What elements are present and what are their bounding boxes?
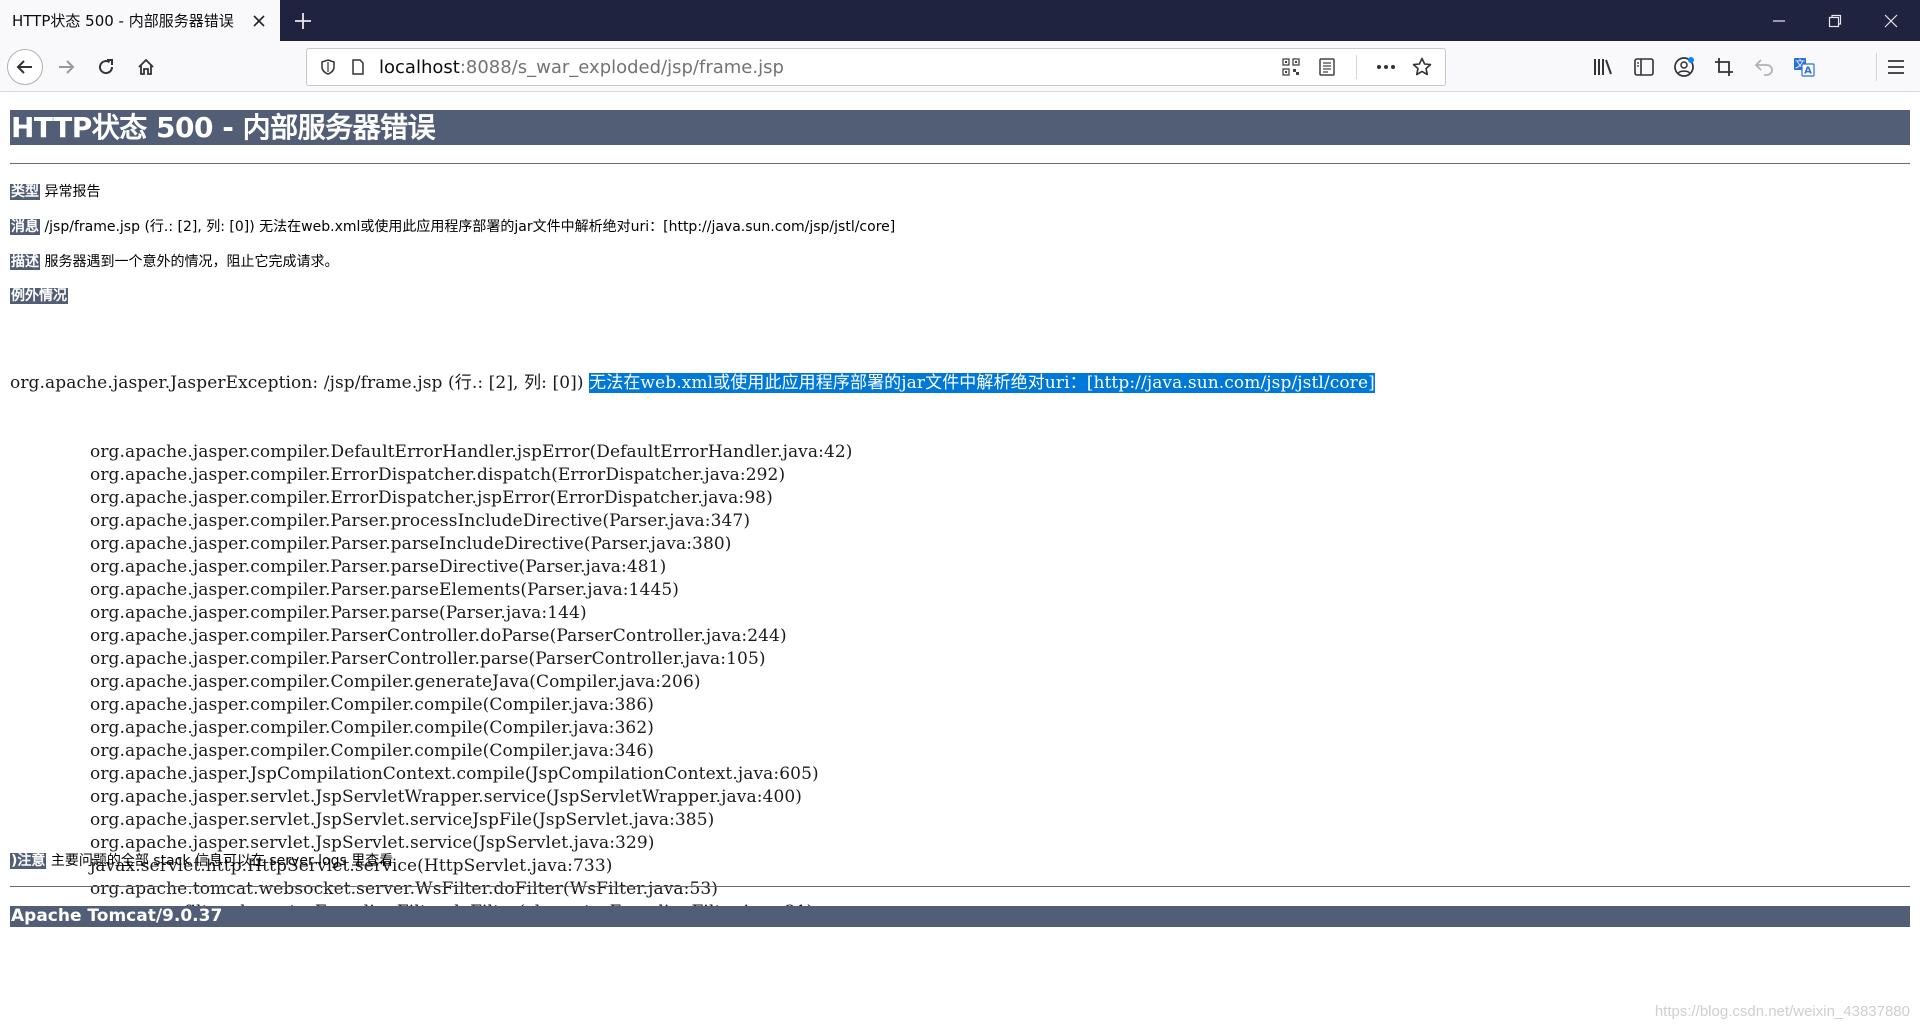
url-text[interactable]: localhost:8088/s_war_exploded/jsp/frame.… bbox=[379, 57, 1276, 78]
reader-view-icon[interactable] bbox=[1312, 52, 1342, 82]
divider bbox=[10, 886, 1910, 887]
qr-code-icon[interactable] bbox=[1276, 52, 1306, 82]
shield-icon[interactable] bbox=[313, 52, 343, 82]
exception-paragraph: 例外情况 bbox=[10, 287, 68, 305]
page-content: HTTP状态 500 - 内部服务器错误 类型 异常报告 消息 /jsp/fra… bbox=[0, 93, 1920, 1030]
stack-frame: org.apache.jasper.servlet.JspServletWrap… bbox=[90, 787, 803, 807]
note-label: )注意 bbox=[10, 853, 47, 869]
translate-icon[interactable]: 文A bbox=[1788, 51, 1820, 83]
note-paragraph: )注意 主要问题的全部 stack 信息可以在 server logs 里查看 bbox=[10, 852, 393, 870]
selected-text[interactable]: 无法在web.xml或使用此应用程序部署的jar文件中解析绝对uri：[http… bbox=[589, 373, 1375, 393]
type-value: 异常报告 bbox=[44, 184, 101, 200]
crop-icon[interactable] bbox=[1708, 51, 1740, 83]
stack-frame: org.apache.jasper.compiler.Compiler.comp… bbox=[90, 695, 654, 715]
new-tab-button[interactable] bbox=[288, 6, 318, 36]
message-value: /jsp/frame.jsp (行.: [2], 列: [0]) 无法在web.… bbox=[44, 219, 896, 235]
stack-frame: org.apache.tomcat.websocket.server.WsFil… bbox=[90, 879, 719, 899]
reload-icon bbox=[99, 59, 114, 75]
tab-strip: HTTP状态 500 - 内部服务器错误 bbox=[0, 0, 1920, 41]
tab-active[interactable]: HTTP状态 500 - 内部服务器错误 bbox=[0, 0, 280, 41]
exception-first-line: org.apache.jasper.JasperException: /jsp/… bbox=[10, 372, 1375, 395]
library-icon[interactable] bbox=[1588, 51, 1620, 83]
undo-icon[interactable] bbox=[1748, 51, 1780, 83]
stack-frame: org.apache.jasper.compiler.Parser.parseD… bbox=[90, 557, 667, 577]
tab-close-icon[interactable] bbox=[248, 10, 270, 32]
page-icon[interactable] bbox=[343, 52, 373, 82]
stack-frame: org.apache.jasper.compiler.Parser.parseI… bbox=[90, 534, 732, 554]
divider bbox=[10, 163, 1910, 164]
home-icon bbox=[138, 58, 154, 75]
description-paragraph: 描述 服务器遇到一个意外的情况，阻止它完成请求。 bbox=[10, 253, 338, 271]
stack-trace: org.apache.jasper.JasperException: /jsp/… bbox=[10, 326, 1375, 924]
stack-frame: org.apache.jasper.JspCompilationContext.… bbox=[90, 764, 819, 784]
description-label: 描述 bbox=[10, 254, 40, 270]
message-label: 消息 bbox=[10, 219, 40, 235]
url-host: localhost bbox=[379, 56, 460, 78]
home-button[interactable] bbox=[128, 49, 164, 85]
tab-title: HTTP状态 500 - 内部服务器错误 bbox=[12, 12, 234, 30]
stack-frame: org.apache.jasper.compiler.Parser.parseE… bbox=[90, 580, 680, 600]
stack-frame: org.apache.jasper.compiler.Parser.proces… bbox=[90, 511, 751, 531]
server-info: Apache Tomcat/9.0.37 bbox=[10, 906, 1910, 927]
restore-icon[interactable] bbox=[1806, 0, 1864, 41]
stack-frame: org.apache.jasper.compiler.ParserControl… bbox=[90, 626, 787, 646]
arrow-right-icon bbox=[59, 60, 75, 74]
reload-button[interactable] bbox=[88, 49, 124, 85]
stack-frame: org.apache.jasper.compiler.Compiler.comp… bbox=[90, 741, 654, 761]
arrow-left-icon bbox=[16, 60, 32, 74]
stack-frame: org.apache.jasper.compiler.Compiler.comp… bbox=[90, 718, 654, 738]
stack-frame: org.apache.jasper.compiler.Parser.parse(… bbox=[90, 603, 587, 623]
window-close-icon[interactable] bbox=[1862, 0, 1920, 41]
exception-text: org.apache.jasper.JasperException: /jsp/… bbox=[10, 373, 590, 393]
sidebar-icon[interactable] bbox=[1628, 51, 1660, 83]
note-value: 主要问题的全部 stack 信息可以在 server logs 里查看 bbox=[50, 853, 394, 869]
star-icon[interactable] bbox=[1407, 52, 1437, 82]
url-path: :8088/s_war_exploded/jsp/frame.jsp bbox=[459, 56, 784, 78]
hamburger-menu-icon[interactable] bbox=[1880, 51, 1912, 83]
minimize-icon[interactable] bbox=[1750, 0, 1808, 41]
type-paragraph: 类型 异常报告 bbox=[10, 183, 100, 201]
watermark: https://blog.csdn.net/weixin_43837880 bbox=[1654, 1003, 1910, 1020]
stack-frame: org.apache.jasper.compiler.DefaultErrorH… bbox=[90, 442, 853, 462]
description-value: 服务器遇到一个意外的情况，阻止它完成请求。 bbox=[44, 254, 339, 270]
message-paragraph: 消息 /jsp/frame.jsp (行.: [2], 列: [0]) 无法在w… bbox=[10, 218, 895, 236]
exception-label: 例外情况 bbox=[10, 288, 68, 304]
more-icon[interactable] bbox=[1371, 52, 1401, 82]
back-button[interactable] bbox=[7, 49, 43, 85]
stack-frame: org.apache.jasper.servlet.JspServlet.ser… bbox=[90, 810, 715, 830]
stack-frame: org.apache.jasper.compiler.ErrorDispatch… bbox=[90, 465, 786, 485]
url-bar[interactable]: localhost:8088/s_war_exploded/jsp/frame.… bbox=[306, 48, 1446, 86]
stack-frame: org.apache.jasper.compiler.ParserControl… bbox=[90, 649, 766, 669]
stack-frame: org.apache.jasper.compiler.ErrorDispatch… bbox=[90, 488, 773, 508]
svg-text:A: A bbox=[1804, 66, 1812, 77]
stack-frame: org.apache.jasper.compiler.Compiler.gene… bbox=[90, 672, 701, 692]
account-icon[interactable] bbox=[1668, 51, 1700, 83]
type-label: 类型 bbox=[10, 184, 40, 200]
page-title: HTTP状态 500 - 内部服务器错误 bbox=[10, 110, 1910, 145]
forward-button[interactable] bbox=[48, 49, 84, 85]
navigation-bar: localhost:8088/s_war_exploded/jsp/frame.… bbox=[0, 41, 1920, 92]
